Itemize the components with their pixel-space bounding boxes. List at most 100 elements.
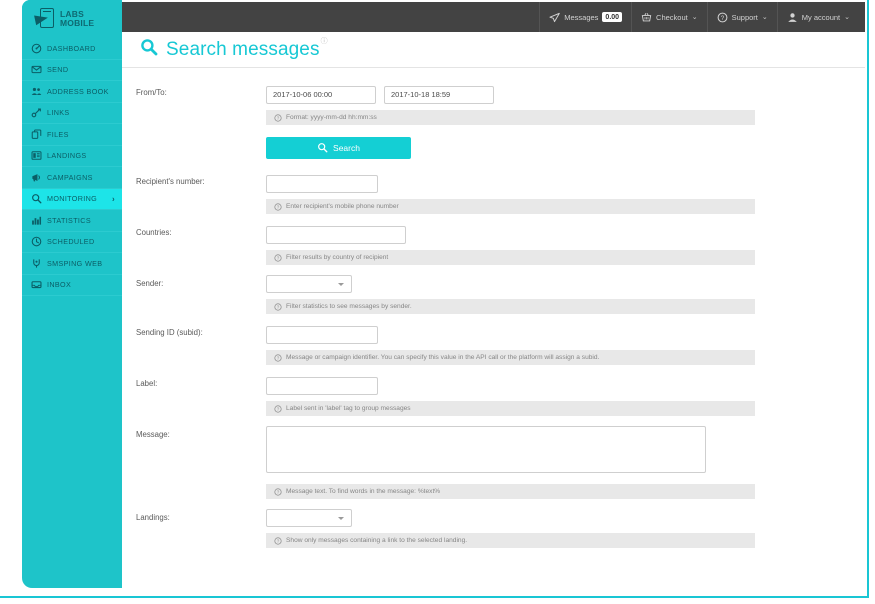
svg-text:?: ?	[277, 538, 280, 543]
recipient-s-number-input[interactable]	[266, 175, 378, 193]
field-hint: ? Label sent in 'label' tag to group mess…	[266, 401, 755, 416]
sidebar-item-label: LINKS	[47, 108, 70, 118]
page-title-help-icon[interactable]: ⓘ	[321, 36, 328, 46]
sidebar-nav: DASHBOARD SEND ADDRESS BOOK LINKS FILES LANDI…	[22, 38, 122, 296]
field-hint-text: Filter statistics to see messages by sen…	[286, 303, 412, 310]
date-to-input[interactable]	[384, 86, 494, 104]
app-root: LABS MOBILE DASHBOARD SEND ADDRESS BOOK LIN…	[0, 0, 875, 604]
form-row-label: Label:? Label sent in 'label' tag to grou…	[122, 375, 865, 416]
form-row-from-to: From/To:? Format: yyyy-mm-dd hh:mm:ss Sear…	[122, 84, 865, 159]
form-row-recipient-s-number: Recipient's number:? Enter recipient's mo…	[122, 173, 865, 214]
field-label: From/To:	[136, 88, 167, 97]
label-input[interactable]	[266, 377, 378, 395]
sidebar-item-label: DASHBOARD	[47, 43, 96, 53]
top-header-bar: Messages 0.00 Checkout ⌄? Support ⌄ My account…	[122, 2, 865, 32]
svg-text:?: ?	[277, 406, 280, 411]
help-circle-icon: ?	[274, 353, 282, 362]
paper-plane-icon	[549, 12, 561, 23]
sidebar-item-dashboard[interactable]: DASHBOARD	[22, 38, 122, 60]
svg-text:?: ?	[277, 204, 280, 209]
top-header-items: Messages 0.00 Checkout ⌄? Support ⌄ My account…	[539, 2, 859, 32]
row-spacer	[122, 314, 865, 324]
envelope-icon	[31, 64, 42, 75]
header-item-label: Checkout	[656, 12, 688, 22]
sidebar-item-statistics[interactable]: STATISTICS	[22, 210, 122, 232]
logo-phone-plane-icon	[34, 8, 55, 30]
row-spacer	[122, 499, 865, 509]
smsping-icon	[31, 258, 42, 269]
field-control: ? Show only messages containing a link to…	[266, 509, 865, 548]
field-control: ? Message text. To find words in the mess…	[266, 426, 865, 499]
sidebar-item-label: INBOX	[47, 280, 72, 290]
sidebar-item-links[interactable]: LINKS	[22, 103, 122, 124]
search-form: From/To:? Format: yyyy-mm-dd hh:mm:ss Sear…	[122, 68, 865, 594]
field-label: Recipient's number:	[136, 177, 205, 186]
sidebar-item-landings[interactable]: LANDINGS	[22, 146, 122, 167]
sidebar-item-files[interactable]: FILES	[22, 124, 122, 146]
date-from-input[interactable]	[266, 86, 376, 104]
sidebar-item-label: ADDRESS BOOK	[47, 86, 109, 96]
field-hint-text: Message or campaign identifier. You can …	[286, 354, 600, 361]
sidebar-item-label: STATISTICS	[47, 215, 91, 225]
dashboard-icon	[31, 43, 42, 54]
sidebar-item-label: SCHEDULED	[47, 237, 95, 247]
form-row-message: Message:? Message text. To find words in …	[122, 426, 865, 499]
help-circle-icon: ?	[717, 12, 728, 23]
field-label: Sender:	[136, 279, 164, 288]
sidebar-item-monitoring[interactable]: MONITORING ›	[22, 188, 122, 210]
field-control: ? Enter recipient's mobile phone number	[266, 173, 865, 214]
form-row-countries: Countries: ? Filter results by country of …	[122, 224, 865, 265]
header-item-label: Support	[731, 12, 758, 22]
field-label: Sending ID (subid):	[136, 328, 203, 337]
message-textarea[interactable]	[266, 426, 706, 473]
field-control: ? Label sent in 'label' tag to group mess…	[266, 375, 865, 416]
sidebar-item-address-book[interactable]: ADDRESS BOOK	[22, 81, 122, 103]
landings-select[interactable]	[266, 509, 352, 527]
field-hint: ? Filter results by country of recipient	[266, 250, 755, 265]
search-icon	[140, 38, 158, 61]
sidebar-item-inbox[interactable]: INBOX	[22, 275, 122, 296]
header-item-support[interactable]: ? Support ⌄	[706, 2, 777, 32]
form-rows: From/To:? Format: yyyy-mm-dd hh:mm:ss Sear…	[122, 84, 865, 558]
bar-chart-icon	[31, 215, 42, 226]
svg-text:?: ?	[277, 304, 280, 309]
page-title: Search messages	[166, 38, 320, 60]
field-hint-text: Label sent in 'label' tag to group messa…	[286, 405, 411, 412]
search-icon	[31, 193, 42, 204]
form-row-sending-id-subid: Sending ID (subid):? Message or campaign …	[122, 324, 865, 365]
brand-logo[interactable]: LABS MOBILE	[22, 0, 122, 38]
sidebar-item-smsping-web[interactable]: SMSPING WEB	[22, 253, 122, 275]
field-control: ? Message or campaign identifier. You can…	[266, 324, 865, 365]
sender-select[interactable]	[266, 275, 352, 293]
svg-text:?: ?	[277, 115, 280, 120]
sidebar-item-scheduled[interactable]: SCHEDULED	[22, 232, 122, 253]
field-label: Countries:	[136, 228, 172, 237]
header-item-messages[interactable]: Messages 0.00	[539, 2, 631, 32]
sidebar-item-label: FILES	[47, 129, 69, 139]
help-circle-icon: ?	[274, 536, 282, 545]
field-hint: ? Filter statistics to see messages by se…	[266, 299, 755, 314]
row-spacer	[122, 265, 865, 275]
row-spacer	[122, 365, 865, 375]
row-spacer	[122, 214, 865, 224]
field-control: ? Format: yyyy-mm-dd hh:mm:ss Search	[266, 84, 865, 159]
field-label: Landings:	[136, 513, 170, 522]
chevron-down-icon: ⌄	[761, 14, 768, 21]
chevron-right-icon: ›	[111, 194, 115, 204]
header-item-label: My account	[801, 12, 841, 22]
header-item-my-account[interactable]: My account ⌄	[776, 2, 859, 32]
sidebar-item-send[interactable]: SEND	[22, 60, 122, 81]
field-hint-text: Format: yyyy-mm-dd hh:mm:ss	[286, 114, 377, 121]
row-spacer	[122, 159, 865, 173]
clock-icon	[31, 236, 42, 247]
sidebar-item-campaigns[interactable]: CAMPAIGNS	[22, 167, 122, 189]
search-button[interactable]: Search	[266, 137, 411, 159]
countries-input[interactable]	[266, 226, 406, 244]
inbox-icon	[31, 279, 42, 290]
sending-id-subid-input[interactable]	[266, 326, 378, 344]
user-icon	[787, 12, 798, 23]
files-icon	[31, 129, 42, 140]
field-hint-text: Enter recipient's mobile phone number	[286, 203, 399, 210]
field-hint: ? Format: yyyy-mm-dd hh:mm:ss	[266, 110, 755, 125]
header-item-checkout[interactable]: Checkout ⌄	[631, 2, 707, 32]
